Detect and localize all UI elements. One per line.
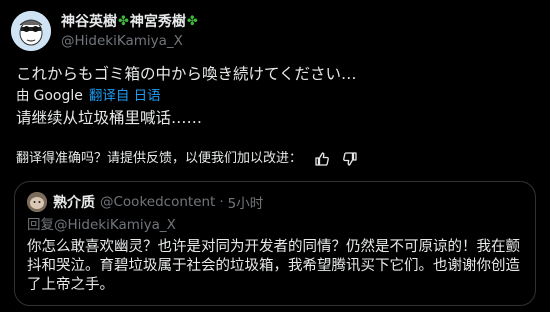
- author-display-name[interactable]: 神谷英樹 ✤ 神宮秀樹 ✤: [61, 13, 199, 31]
- clover-icon: ✤: [118, 13, 129, 29]
- quoted-author-name[interactable]: 熟介质: [53, 192, 95, 212]
- author-avatar[interactable]: [11, 11, 51, 51]
- reply-prefix: 回复: [27, 217, 54, 233]
- quoted-author-avatar[interactable]: [27, 192, 47, 212]
- quoted-avatar-illustration: [27, 192, 47, 212]
- thumbs-down-icon[interactable]: [342, 151, 358, 167]
- translation-attribution: 由 Google 翻译自 日语: [16, 87, 161, 105]
- translation-feedback: 翻译得准确吗？请提供反馈，以便我们加以改进：: [16, 150, 358, 168]
- avatar-illustration: [11, 11, 51, 51]
- quoted-author-handle[interactable]: @Cookedcontent: [100, 194, 215, 210]
- translated-from-link[interactable]: 翻译自 日语: [89, 87, 161, 105]
- post-card: 神谷英樹 ✤ 神宮秀樹 ✤ @HidekiKamiya_X これからもゴミ箱の中…: [0, 0, 550, 312]
- author-name-part2: 神宮秀樹: [129, 13, 186, 30]
- post-header: 神谷英樹 ✤ 神宮秀樹 ✤ @HidekiKamiya_X: [11, 11, 199, 51]
- author-handle[interactable]: @HidekiKamiya_X: [61, 32, 199, 50]
- author-names: 神谷英樹 ✤ 神宮秀樹 ✤ @HidekiKamiya_X: [61, 13, 199, 50]
- separator-dot: ·: [219, 194, 224, 210]
- quoted-post[interactable]: 熟介质 @Cookedcontent · 5小时 回复@HidekiKamiya…: [14, 181, 536, 306]
- feedback-prompt: 翻译得准确吗？请提供反馈，以便我们加以改进：: [16, 151, 303, 166]
- quoted-post-time[interactable]: 5小时: [228, 192, 264, 212]
- translated-by-prefix: 由: [16, 88, 30, 104]
- author-name-part1: 神谷英樹: [61, 13, 117, 30]
- reply-mention[interactable]: @HidekiKamiya_X: [54, 217, 176, 233]
- post-original-text: これからもゴミ箱の中から喚き続けてください…: [16, 65, 357, 83]
- google-logo: Google: [33, 88, 83, 104]
- post-translation-text: 请继续从垃圾桶里喊话……: [16, 109, 203, 127]
- reply-context: 回复@HidekiKamiya_X: [27, 216, 523, 234]
- quoted-post-header: 熟介质 @Cookedcontent · 5小时: [27, 192, 523, 212]
- thumbs-up-icon[interactable]: [314, 151, 330, 167]
- clover-icon: ✤: [186, 13, 198, 29]
- quoted-post-text: 你怎么敢喜欢幽灵？也许是对同为开发者的同情？仍然是不可原谅的！我在颤抖和哭泣。育…: [27, 239, 520, 293]
